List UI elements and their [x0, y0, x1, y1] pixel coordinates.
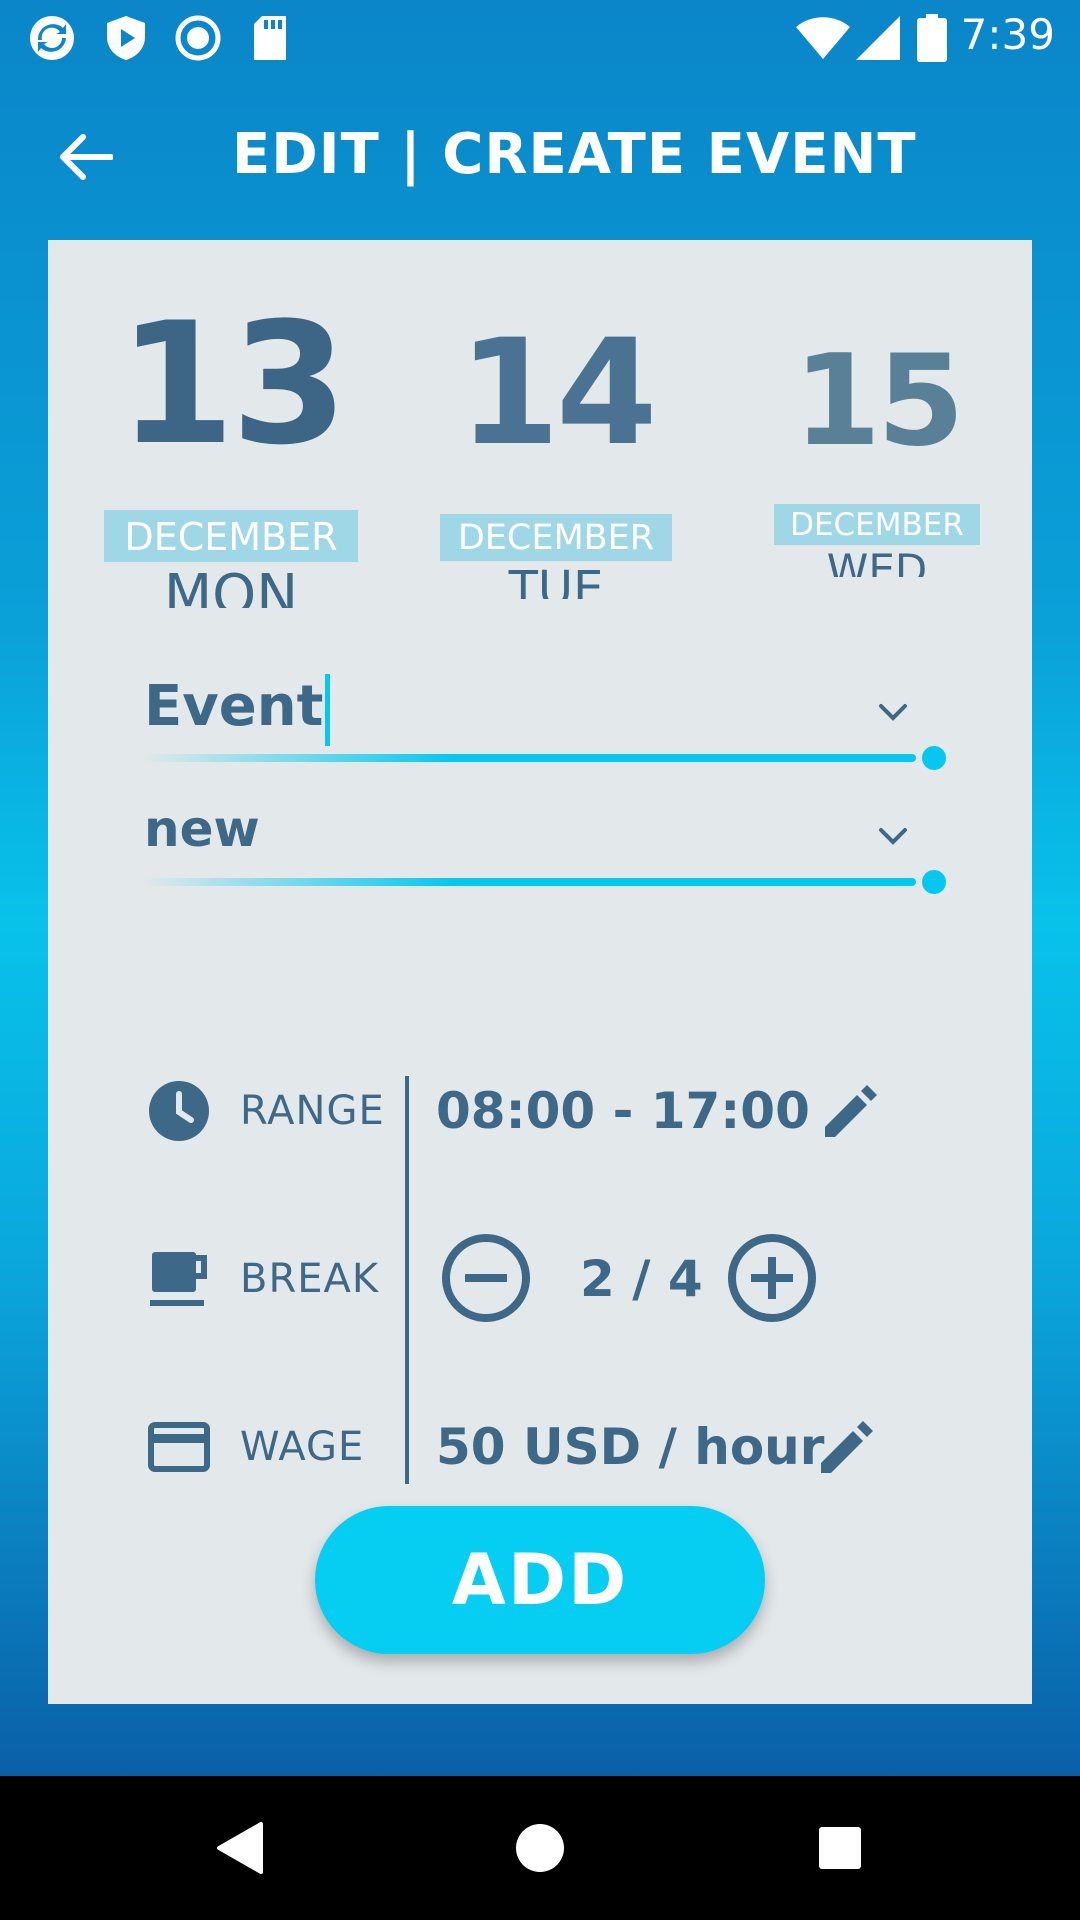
nav-back-button[interactable]	[192, 1800, 288, 1896]
day-weekday: MON	[163, 568, 299, 608]
event-type-dropdown-button[interactable]	[858, 802, 928, 872]
signal-icon	[854, 14, 902, 62]
coffee-cup-icon	[144, 1244, 214, 1314]
day-option-15[interactable]: 15 DECEMBER WED	[772, 338, 982, 577]
event-type-underline	[144, 878, 916, 886]
decrease-break-button[interactable]	[438, 1230, 534, 1326]
recents-square-icon	[819, 1827, 861, 1869]
edit-wage-button[interactable]	[806, 1408, 886, 1488]
circle-record-icon	[174, 14, 222, 62]
back-triangle-icon	[217, 1822, 263, 1874]
day-month-badge: DECEMBER	[439, 514, 673, 561]
arrow-back-icon	[60, 134, 113, 180]
status-bar: 7:39	[0, 0, 1080, 72]
home-circle-icon	[516, 1824, 564, 1872]
battery-icon	[912, 14, 952, 62]
day-number: 15	[793, 327, 964, 474]
sd-card-icon	[246, 14, 294, 62]
text-cursor	[325, 674, 331, 746]
chevron-down-icon	[879, 704, 907, 721]
day-number: 14	[458, 308, 657, 478]
credit-card-icon	[144, 1412, 214, 1482]
system-nav-bar	[0, 1776, 1080, 1920]
range-label: RANGE	[240, 1088, 385, 1134]
details-divider	[405, 1076, 409, 1484]
day-option-14[interactable]: 14 DECEMBER TUE	[434, 320, 678, 599]
refresh-app-icon	[28, 14, 76, 62]
back-button[interactable]	[40, 112, 130, 202]
day-month-badge: DECEMBER	[104, 510, 358, 562]
screen: 7:39 EDIT | CREATE EVENT 13 DECEMBER MON…	[0, 0, 1080, 1776]
event-name-dropdown-button[interactable]	[858, 678, 928, 748]
range-value: 08:00 - 17:00	[436, 1082, 810, 1140]
wage-currency-selector[interactable]: USD	[523, 1418, 641, 1476]
minus-circle-icon	[442, 1234, 530, 1322]
break-label: BREAK	[240, 1256, 380, 1302]
wage-unit: / hour	[658, 1418, 825, 1476]
event-form-card: 13 DECEMBER MON 14 DECEMBER TUE 15 DECEM…	[48, 240, 1032, 1704]
nav-home-button[interactable]	[492, 1800, 588, 1896]
status-time: 7:39	[960, 10, 1055, 59]
day-weekday: TUE	[508, 565, 604, 599]
day-number: 13	[118, 286, 348, 482]
wifi-icon	[796, 14, 850, 62]
increase-break-button[interactable]	[724, 1230, 820, 1326]
nav-recents-button[interactable]	[792, 1800, 888, 1896]
clock-icon	[144, 1076, 214, 1146]
event-type-field[interactable]: new	[144, 792, 946, 902]
edit-range-button[interactable]	[810, 1072, 890, 1152]
page-title: EDIT | CREATE EVENT	[232, 122, 917, 187]
add-button[interactable]: ADD	[315, 1506, 765, 1654]
wage-amount: 50	[436, 1418, 506, 1476]
shield-play-icon	[102, 14, 150, 62]
plus-circle-icon	[728, 1234, 816, 1322]
wage-label: WAGE	[240, 1424, 365, 1470]
event-type-slider-dot	[922, 870, 946, 894]
event-type-value: new	[144, 800, 260, 858]
day-weekday: WED	[826, 549, 928, 577]
chevron-down-icon	[879, 828, 907, 845]
app-bar: EDIT | CREATE EVENT	[0, 72, 1080, 240]
event-name-field[interactable]: Event	[144, 668, 946, 778]
day-option-13[interactable]: 13 DECEMBER MON	[96, 300, 366, 608]
event-name-slider-dot	[922, 746, 946, 770]
pencil-icon	[821, 1421, 873, 1473]
wage-value: 50 USD / hour	[436, 1418, 824, 1476]
day-month-badge: DECEMBER	[774, 504, 980, 545]
event-name-underline	[144, 754, 916, 762]
event-name-value: Event	[144, 674, 324, 740]
break-count-value: 2 / 4	[580, 1250, 703, 1308]
pencil-icon	[825, 1085, 877, 1137]
